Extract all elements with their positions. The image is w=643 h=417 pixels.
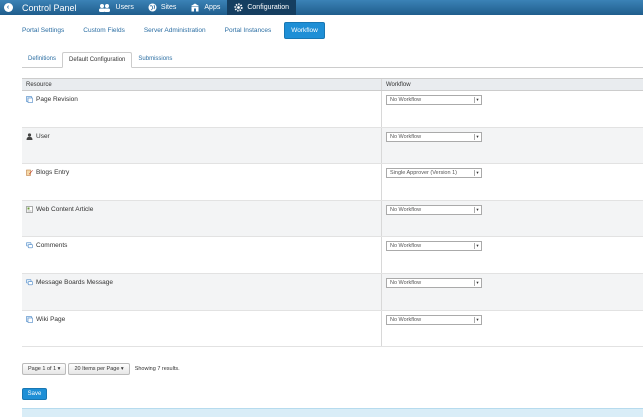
workflow-select[interactable]: No Workflow ▾ (386, 314, 482, 325)
workflow-select-value: No Workflow (390, 279, 422, 286)
dock-item-sites[interactable]: Sites (141, 0, 184, 15)
user-icon (26, 132, 33, 140)
configuration-nav: Portal Settings Custom Fields Server Adm… (16, 22, 332, 39)
store-icon (191, 3, 200, 12)
workflow-select[interactable]: No Workflow ▾ (386, 95, 482, 105)
workflow-table: Resource Workflow Page Revision No Workf… (22, 78, 643, 348)
chevron-down-icon: ▾ (474, 206, 480, 213)
workflow-select[interactable]: No Workflow ▾ (386, 204, 482, 215)
tab-default-configuration[interactable]: Default Configuration (62, 52, 133, 68)
workflow-select-value: No Workflow (390, 206, 422, 213)
back-arrow-icon: ‹ (3, 3, 13, 12)
table-row: User No Workflow ▾ (22, 127, 643, 165)
table-row: Message Boards Message No Workflow ▾ (22, 273, 643, 311)
dockbar: ‹ Control Panel Users Sites Apps Configu… (0, 0, 643, 15)
chevron-down-icon: ▾ (474, 316, 480, 323)
nav-server-administration[interactable]: Server Administration (138, 23, 212, 38)
resource-cell: Blogs Entry (22, 164, 382, 200)
comments-icon (26, 242, 33, 249)
chevron-down-icon: ▾ (474, 133, 480, 140)
dock-item-label: Configuration (247, 4, 289, 11)
workflow-select[interactable]: No Workflow ▾ (386, 277, 482, 288)
chevron-down-icon: ▾ (474, 170, 480, 177)
resource-name: Blogs Entry (36, 169, 70, 177)
resource-cell: Message Boards Message (22, 273, 382, 310)
nav-portal-instances[interactable]: Portal Instances (219, 23, 278, 38)
dock-item-configuration[interactable]: Configuration (227, 0, 296, 15)
workflow-select-value: No Workflow (390, 243, 422, 250)
page-selector-button[interactable]: Page 1 of 1 ▾ (22, 363, 67, 375)
gear-icon (234, 3, 243, 12)
workflow-select-value: Single Approver (Version 1) (390, 170, 457, 177)
resource-cell: Page Revision (22, 91, 382, 127)
info-message-bar (22, 408, 643, 417)
resource-name: Page Revision (36, 96, 78, 103)
table-row: Web Content Article No Workflow ▾ (22, 200, 643, 238)
workflow-cell: No Workflow ▾ (382, 91, 643, 127)
workflow-select[interactable]: No Workflow ▾ (386, 241, 482, 252)
back-button[interactable]: ‹ (0, 0, 16, 15)
users-icon (98, 4, 110, 12)
pagination: Page 1 of 1 ▾ 20 Items per Page ▾ Showin… (22, 363, 180, 375)
caret-down-icon: ▾ (120, 366, 124, 372)
resource-name: Web Content Article (36, 205, 94, 213)
workflow-cell: No Workflow ▾ (382, 201, 643, 237)
resource-column-header[interactable]: Resource (22, 79, 382, 90)
workflow-tabs: Definitions Default Configuration Submis… (22, 52, 643, 68)
resource-cell: Comments (22, 237, 382, 273)
page-selector-label: Page 1 of 1 (28, 366, 57, 372)
items-per-page-label: 20 Items per Page (74, 366, 120, 372)
tab-definitions[interactable]: Definitions (22, 52, 62, 68)
workflow-cell: No Workflow ▾ (382, 128, 643, 164)
globe-icon (148, 3, 157, 12)
items-per-page-button[interactable]: 20 Items per Page ▾ (68, 363, 130, 375)
workflow-select[interactable]: No Workflow ▾ (386, 131, 482, 142)
table-row: Comments No Workflow ▾ (22, 237, 643, 274)
resource-name: Message Boards Message (36, 278, 113, 286)
message-icon (26, 279, 33, 286)
resource-name: Wiki Page (36, 315, 66, 323)
table-row: Wiki Page No Workflow ▾ (22, 310, 643, 348)
dock-item-apps[interactable]: Apps (183, 0, 227, 15)
workflow-cell: No Workflow ▾ (382, 311, 643, 347)
resource-cell: User (22, 127, 382, 164)
workflow-select-value: No Workflow (390, 97, 422, 103)
page-icon (26, 96, 33, 103)
chevron-down-icon: ▾ (474, 279, 480, 286)
workflow-cell: No Workflow ▾ (382, 237, 643, 273)
results-count: Showing 7 results. (134, 366, 180, 372)
nav-portal-settings[interactable]: Portal Settings (16, 23, 70, 38)
tab-submissions[interactable]: Submissions (132, 52, 178, 68)
workflow-select-value: No Workflow (390, 316, 422, 323)
dock-item-label: Apps (204, 4, 221, 11)
chevron-down-icon: ▾ (474, 97, 480, 103)
blog-icon (26, 169, 33, 176)
dock-item-label: Users (115, 4, 134, 11)
resource-cell: Wiki Page (22, 310, 382, 347)
nav-workflow[interactable]: Workflow (284, 22, 325, 39)
control-panel-title[interactable]: Control Panel (22, 3, 77, 13)
workflow-cell: No Workflow ▾ (382, 274, 643, 310)
dock-item-label: Sites (160, 4, 177, 11)
table-row: Page Revision No Workflow ▾ (22, 91, 643, 128)
caret-down-icon: ▾ (57, 366, 61, 372)
wiki-icon (26, 315, 33, 323)
resource-name: User (36, 132, 50, 140)
workflow-select[interactable]: Single Approver (Version 1) ▾ (386, 168, 482, 179)
table-row: Blogs Entry Single Approver (Version 1) ▾ (22, 164, 643, 201)
nav-custom-fields[interactable]: Custom Fields (77, 23, 131, 38)
workflow-column-header[interactable]: Workflow (382, 79, 643, 90)
table-header: Resource Workflow (22, 79, 643, 91)
resource-name: Comments (36, 242, 68, 250)
article-icon (26, 205, 33, 213)
dock-item-users[interactable]: Users (91, 0, 141, 15)
chevron-down-icon: ▾ (474, 243, 480, 250)
workflow-select-value: No Workflow (390, 133, 422, 140)
resource-cell: Web Content Article (22, 200, 382, 237)
workflow-cell: Single Approver (Version 1) ▾ (382, 164, 643, 200)
save-button[interactable]: Save (22, 388, 47, 400)
